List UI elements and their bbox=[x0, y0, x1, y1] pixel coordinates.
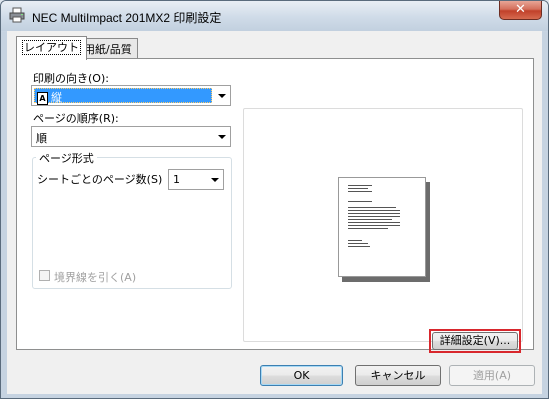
page-order-dropdown[interactable]: 順 bbox=[31, 126, 231, 147]
dialog-client-area: レイアウト 用紙/品質 印刷の向き(O): A縦 ページの順序(R): 順 ペー… bbox=[7, 31, 542, 394]
layout-preview bbox=[243, 108, 523, 342]
pages-per-sheet-dropdown[interactable]: 1 bbox=[168, 169, 224, 190]
title-bar[interactable]: NEC MultiImpact 201MX2 印刷設定 ✕ bbox=[1, 1, 548, 31]
orientation-value: A縦 bbox=[34, 88, 212, 105]
layout-tab-panel: 印刷の向き(O): A縦 ページの順序(R): 順 ページ形式 シートごとのペー… bbox=[16, 58, 534, 353]
advanced-settings-button[interactable]: 詳細設定(V)... bbox=[432, 332, 518, 350]
page-format-group-title: ページ形式 bbox=[36, 150, 97, 166]
cancel-button[interactable]: キャンセル bbox=[355, 365, 441, 386]
pages-per-sheet-value: 1 bbox=[173, 173, 180, 186]
orientation-label: 印刷の向き(O): bbox=[33, 72, 109, 85]
page-order-value: 順 bbox=[36, 132, 47, 145]
preview-page bbox=[338, 177, 426, 277]
portrait-icon: A bbox=[37, 91, 48, 105]
close-icon: ✕ bbox=[515, 2, 526, 17]
tab-layout[interactable]: レイアウト bbox=[16, 36, 87, 60]
chevron-down-icon bbox=[211, 178, 219, 182]
draw-borders-checkbox[interactable] bbox=[39, 270, 50, 281]
page-order-label: ページの順序(R): bbox=[33, 112, 119, 125]
chevron-down-icon bbox=[218, 135, 226, 139]
tab-paper-quality-label: 用紙/品質 bbox=[84, 43, 132, 56]
close-button[interactable]: ✕ bbox=[499, 1, 542, 20]
printer-icon bbox=[9, 7, 25, 23]
ok-button[interactable]: OK bbox=[260, 365, 343, 386]
orientation-dropdown[interactable]: A縦 bbox=[31, 85, 231, 106]
draw-borders-label: 境界線を引く(A) bbox=[54, 271, 137, 284]
orientation-value-text: 縦 bbox=[51, 91, 62, 104]
window-title: NEC MultiImpact 201MX2 印刷設定 bbox=[32, 11, 222, 25]
pages-per-sheet-label: シートごとのページ数(S) bbox=[37, 173, 163, 186]
tab-layout-label: レイアウト bbox=[22, 40, 81, 55]
chevron-down-icon bbox=[218, 94, 226, 98]
dialog-window: NEC MultiImpact 201MX2 印刷設定 ✕ レイアウト 用紙/品… bbox=[0, 0, 549, 399]
apply-button[interactable]: 適用(A) bbox=[449, 365, 535, 386]
